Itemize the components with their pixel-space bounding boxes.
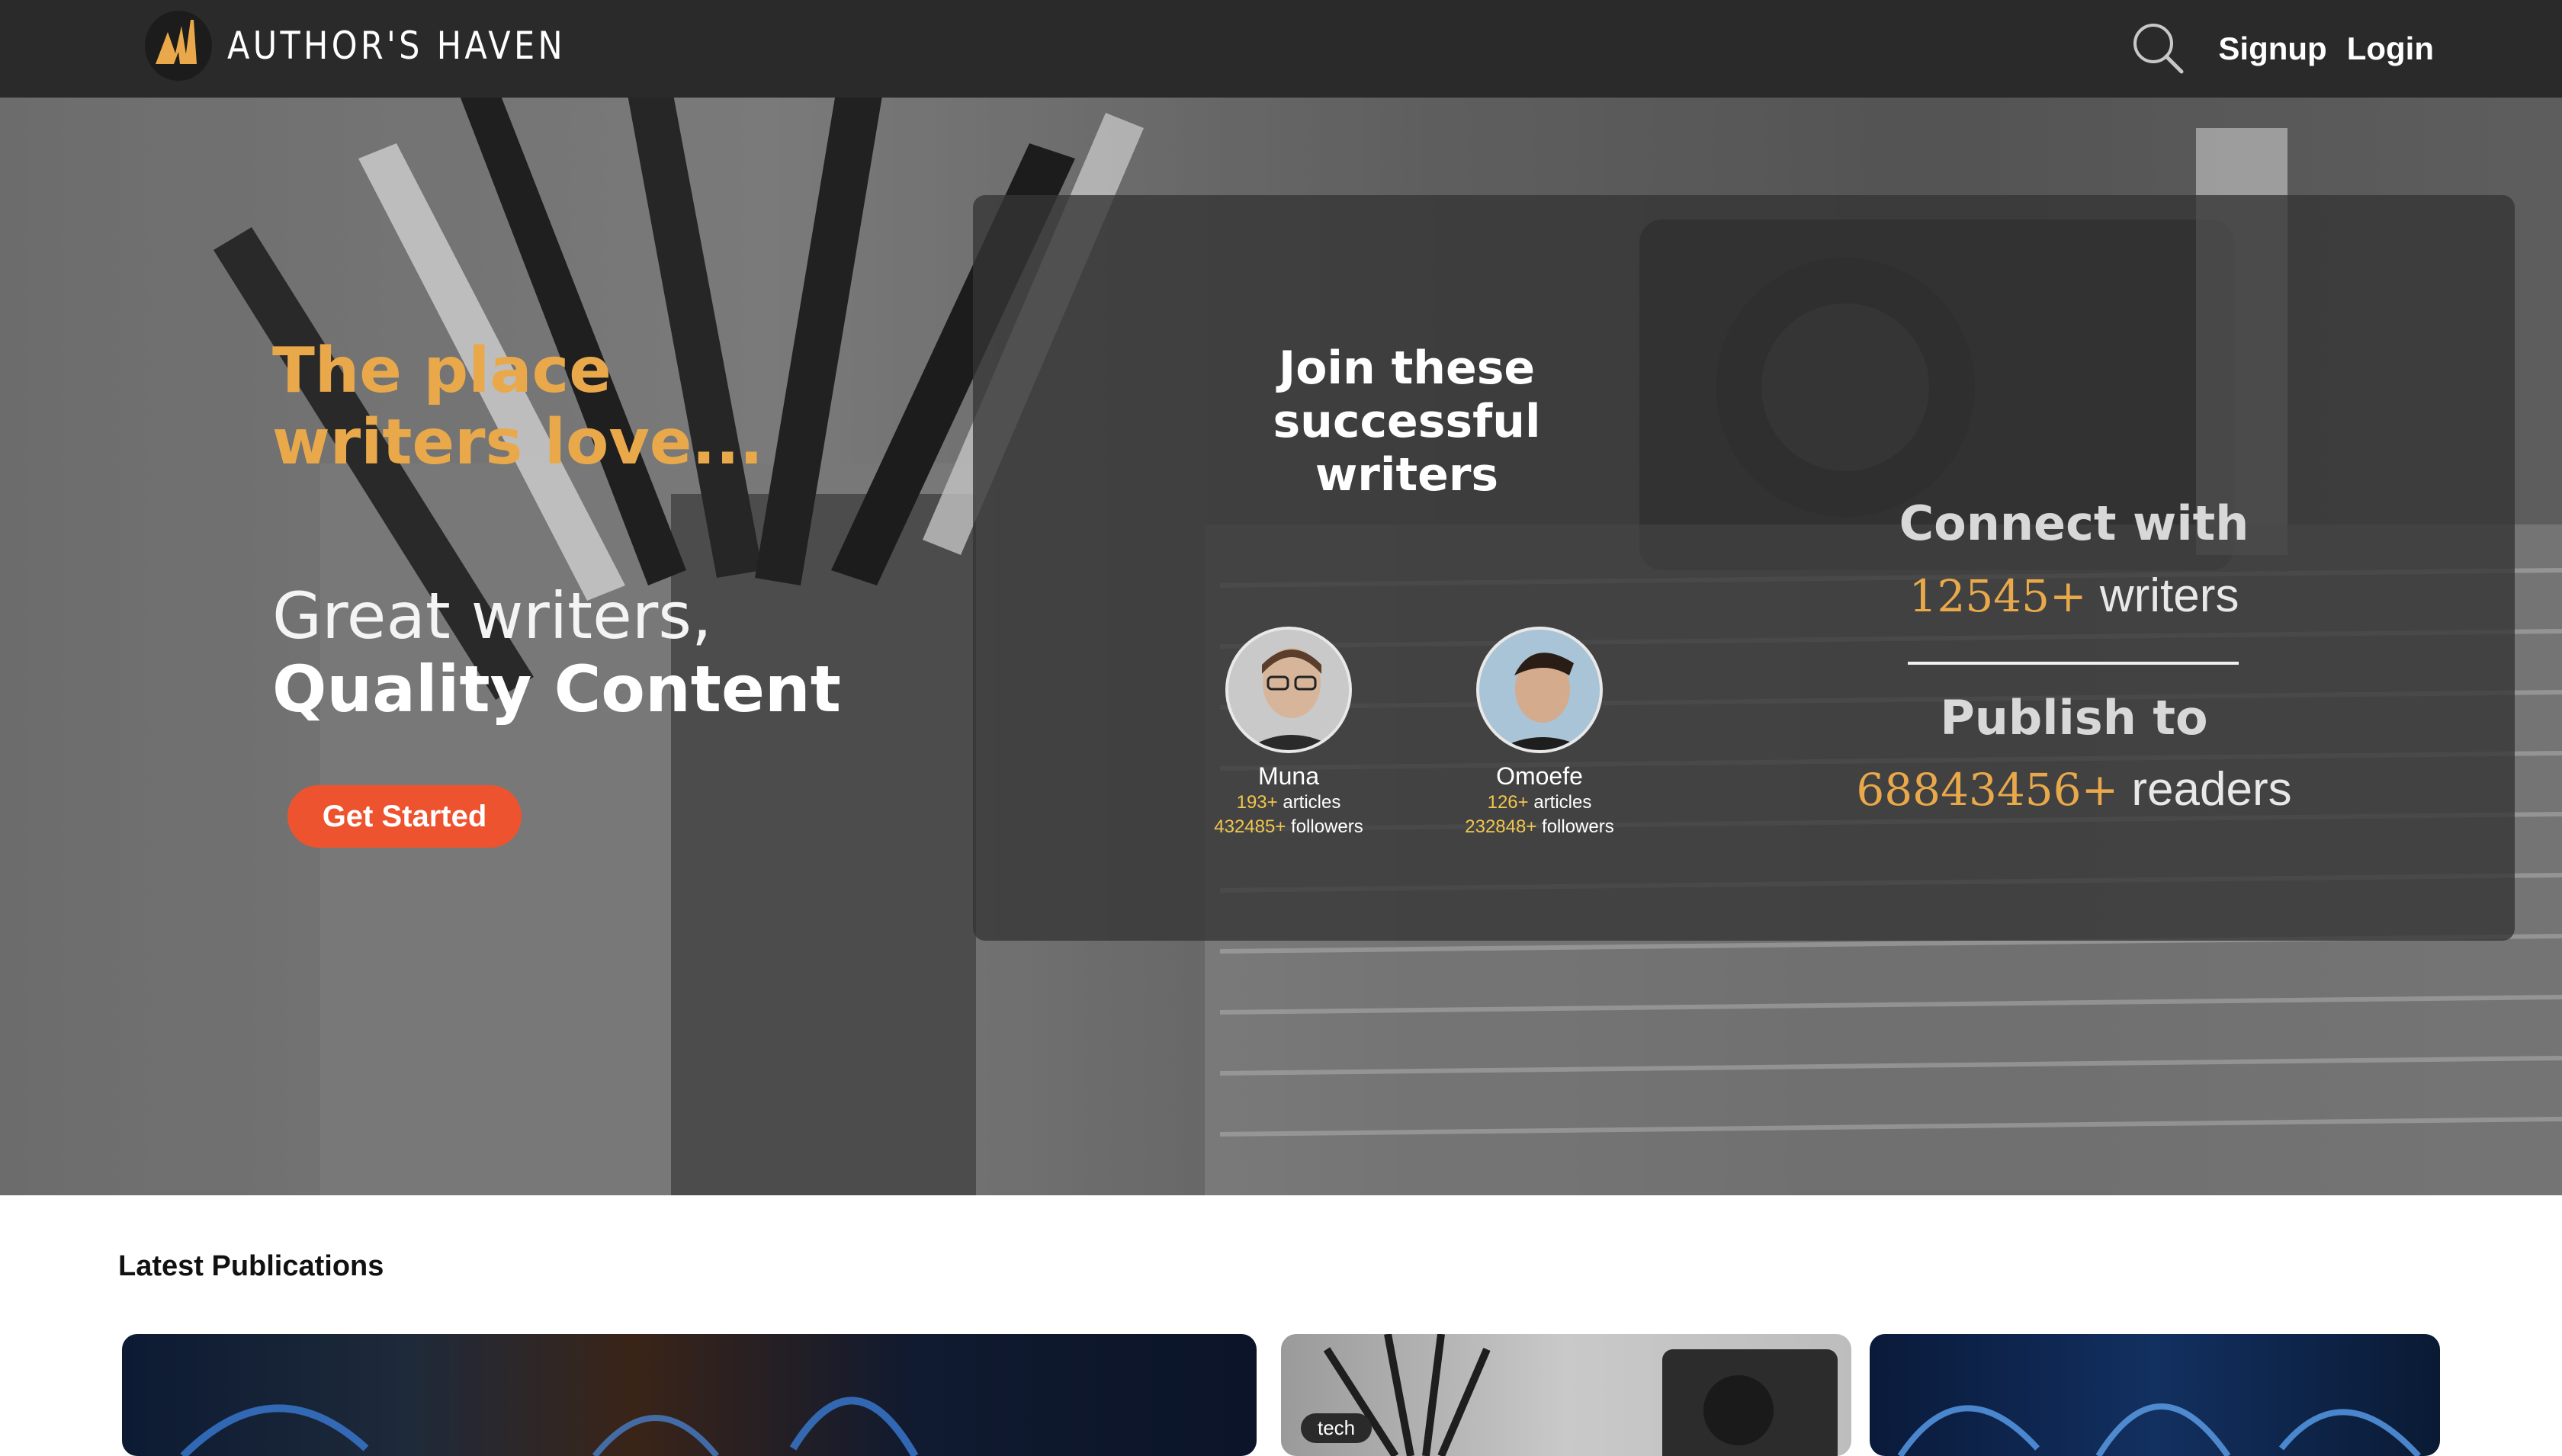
readers-label: readers <box>2131 763 2292 816</box>
articles-count: 126+ <box>1487 792 1529 813</box>
writer-followers: 432485+ followers <box>1197 815 1380 839</box>
signup-link[interactable]: Signup <box>2218 30 2326 67</box>
connect-heading: Connect with <box>1899 495 2249 551</box>
writer-name: Omoefe <box>1496 762 1583 790</box>
tagline-line-2: writers love... <box>272 406 763 479</box>
followers-count: 432485+ <box>1214 816 1286 837</box>
followers-label: followers <box>1542 816 1614 837</box>
followers-count: 232848+ <box>1465 816 1537 837</box>
hero-tagline: The place writers love... <box>272 335 763 479</box>
publication-card-image <box>180 1397 919 1456</box>
publication-card-image <box>1897 1403 2421 1456</box>
articles-label: articles <box>1533 792 1592 813</box>
hero-subtitle-line-2: Quality Content <box>272 652 841 726</box>
followers-label: followers <box>1291 816 1363 837</box>
writer-articles: 126+ articles <box>1448 791 1631 815</box>
tagline-line-1: The place <box>272 335 612 407</box>
login-link[interactable]: Login <box>2347 30 2434 67</box>
readers-count: 68843456+ <box>1856 764 2119 816</box>
writers-label: writers <box>2099 569 2239 622</box>
brand-name: AUTHOR'S HAVEN <box>227 24 566 68</box>
writers-count: 12545+ <box>1909 570 2087 622</box>
category-tag[interactable]: tech <box>1301 1413 1372 1443</box>
writer-followers: 232848+ followers <box>1448 815 1631 839</box>
publication-card[interactable] <box>1870 1334 2440 1456</box>
writer-card-omoefe[interactable]: Omoefe 126+ articles 232848+ followers <box>1448 627 1631 839</box>
search-icon[interactable] <box>2130 20 2188 78</box>
top-navbar: AUTHOR'S HAVEN Signup Login <box>0 0 2562 98</box>
publication-card[interactable]: tech <box>1281 1334 1851 1456</box>
writer-card-muna[interactable]: Muna 193+ articles 432485+ followers <box>1197 627 1380 839</box>
latest-publications-title: Latest Publications <box>118 1250 384 1282</box>
articles-label: articles <box>1283 792 1341 813</box>
articles-count: 193+ <box>1236 792 1278 813</box>
readers-count-line: 68843456+ readers <box>1784 762 2364 816</box>
writer-name: Muna <box>1257 762 1320 790</box>
brand-logo[interactable]: AUTHOR'S HAVEN <box>145 11 621 81</box>
writer-articles: 193+ articles <box>1197 791 1380 815</box>
publication-card[interactable] <box>122 1334 1257 1456</box>
publish-heading: Publish to <box>1940 690 2208 746</box>
nav-actions: Signup Login <box>2130 17 2434 81</box>
authors-haven-logo-icon <box>145 11 212 81</box>
hero-subtitle-line-1: Great writers, <box>272 579 712 653</box>
stats-divider <box>1908 662 2239 665</box>
avatar <box>1225 627 1352 753</box>
join-writers-title: Join these successful writers <box>1273 342 1541 502</box>
get-started-button[interactable]: Get Started <box>287 785 522 848</box>
writers-count-line: 12545+ writers <box>1784 569 2364 623</box>
avatar <box>1476 627 1603 753</box>
